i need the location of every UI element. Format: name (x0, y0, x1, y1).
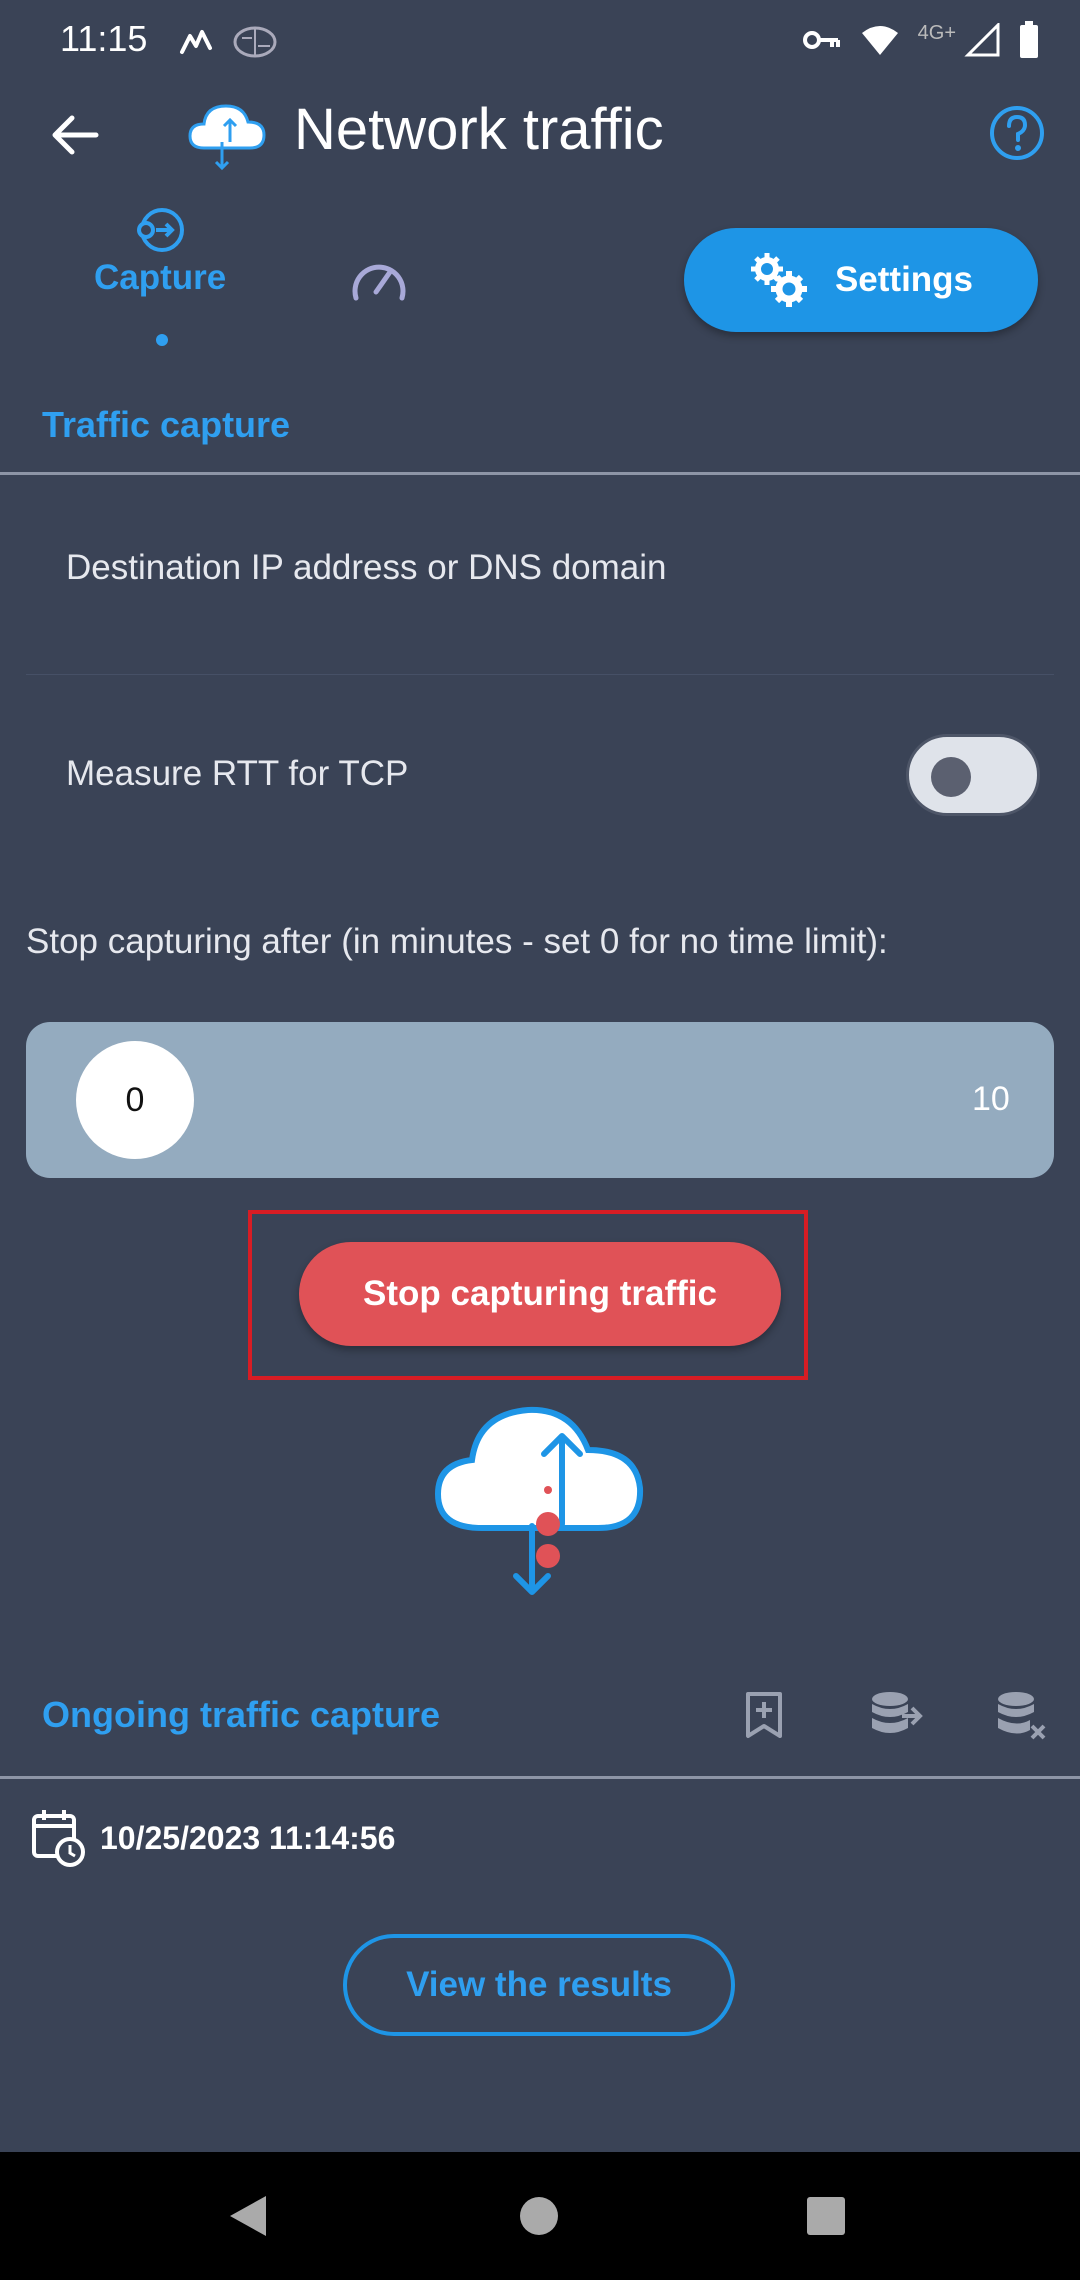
nav-back-button[interactable] (228, 2194, 268, 2243)
page-title: Network traffic (294, 97, 664, 162)
nav-home-button[interactable] (519, 2196, 559, 2241)
capture-icon (134, 206, 186, 259)
vpn-key-icon (802, 31, 840, 49)
traffic-capture-title: Traffic capture (42, 404, 291, 445)
bookmark-add-icon (746, 1692, 782, 1738)
cloud-traffic-illustration-icon (432, 1384, 646, 1600)
ongoing-divider (0, 1776, 1080, 1779)
brain-icon (232, 24, 278, 65)
help-button[interactable] (988, 104, 1046, 162)
speedometer-icon (352, 264, 406, 301)
toggle-knob (931, 757, 971, 797)
link-icon (176, 22, 216, 67)
gears-icon (750, 253, 807, 307)
system-nav-bar (0, 2152, 1080, 2280)
settings-button-label: Settings (834, 260, 974, 299)
slider-thumb[interactable]: 0 (76, 1041, 194, 1159)
capture-start-datetime: 10/25/2023 11:14:56 (100, 1820, 396, 1856)
signal-icon (964, 23, 1000, 57)
database-delete-button[interactable] (994, 1690, 1048, 1749)
view-results-button[interactable]: View the results (343, 1934, 735, 2036)
database-export-button[interactable] (868, 1690, 924, 1745)
nav-back-icon (230, 2196, 266, 2236)
row-divider (26, 674, 1054, 675)
section-divider (0, 472, 1080, 475)
calendar-clock-icon (30, 1806, 86, 1873)
help-icon (990, 106, 1044, 160)
destination-field[interactable]: Destination IP address or DNS domain (66, 548, 667, 588)
battery-icon (1020, 21, 1038, 58)
nav-recents-icon (807, 2197, 845, 2235)
ongoing-capture-title: Ongoing traffic capture (42, 1694, 441, 1735)
back-button[interactable] (48, 108, 102, 162)
tab-capture-label: Capture (94, 258, 227, 297)
wifi-icon (861, 26, 898, 55)
stop-capturing-button[interactable]: Stop capturing traffic (299, 1242, 781, 1346)
status-time: 11:15 (60, 18, 148, 59)
bookmark-add-button[interactable] (744, 1690, 784, 1745)
stop-after-label: Stop capturing after (in minutes - set 0… (26, 922, 888, 961)
active-tab-indicator (156, 334, 168, 346)
nav-recents-button[interactable] (806, 2196, 846, 2241)
settings-button[interactable]: Settings (684, 228, 1038, 332)
database-delete-icon (998, 1692, 1046, 1740)
tab-speed-test[interactable] (346, 252, 412, 312)
cloud-traffic-logo-icon (186, 92, 268, 172)
nav-home-icon (520, 2197, 558, 2235)
slider-max-label: 10 (972, 1080, 1010, 1118)
network-type-label: 4G+ (917, 21, 956, 44)
status-icons: 4G+ (802, 18, 1040, 62)
measure-rtt-label: Measure RTT for TCP (66, 754, 409, 793)
measure-rtt-toggle[interactable] (906, 734, 1040, 816)
database-export-icon (872, 1692, 923, 1733)
